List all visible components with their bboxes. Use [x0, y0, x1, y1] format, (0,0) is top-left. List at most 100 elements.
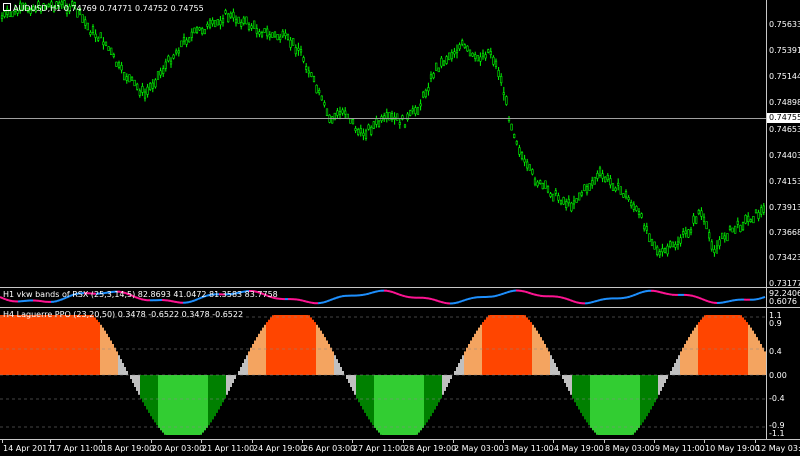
ppo-bar	[740, 315, 742, 375]
price-chart-pane[interactable]: AUDUSD,H1 0.74769 0.74771 0.74752 0.7475…	[0, 0, 800, 288]
window-arrow-icon[interactable]	[3, 3, 11, 11]
ppo-bar	[664, 375, 666, 383]
ppo-bar	[176, 375, 178, 435]
price-candle-body	[656, 246, 659, 255]
time-label: 26 Apr 03:00	[303, 444, 356, 453]
price-candle-body	[240, 21, 243, 27]
ppo-bar	[108, 337, 110, 375]
price-candle-body	[367, 124, 370, 130]
price-candle-body	[598, 167, 602, 176]
price-candle-body	[120, 65, 123, 71]
price-candle-body	[276, 33, 279, 41]
rsx-segment	[722, 300, 727, 304]
price-candle-body	[143, 91, 147, 99]
price-candle-body	[169, 60, 173, 65]
ppo-bar	[566, 375, 568, 387]
rsx-segment	[455, 301, 460, 304]
ppo-bar	[556, 367, 558, 375]
price-candle-body	[224, 10, 227, 14]
rsx-segment	[521, 290, 526, 293]
ppo-bar	[118, 355, 120, 375]
ppo-bar	[550, 355, 552, 375]
ppo-bar	[330, 347, 332, 375]
chart-title: AUDUSD,H1 0.74769 0.74771 0.74752 0.7475…	[3, 3, 204, 13]
ppo-bar	[146, 375, 148, 410]
price-candle-body	[435, 62, 438, 71]
ppo-bar	[636, 375, 638, 431]
ppo-bar	[352, 375, 354, 391]
price-label: 0.75391	[769, 46, 800, 55]
price-candle-body	[130, 76, 134, 81]
rsx-segment	[632, 293, 637, 297]
rsx-segment	[191, 299, 196, 303]
ppo-bar	[286, 315, 288, 375]
price-candle-body	[302, 57, 305, 62]
rsx-segment	[371, 290, 376, 294]
price-candle-body	[440, 57, 443, 67]
price-candle-body	[305, 66, 308, 70]
price-label: 0.73668	[769, 228, 800, 237]
ppo-bar	[602, 375, 604, 435]
ppo-bar	[18, 315, 20, 375]
ppo-bar	[278, 315, 280, 375]
rsx-segment	[338, 295, 343, 298]
time-label: 12 May 03:00	[756, 444, 800, 453]
ppo-bar	[562, 375, 564, 379]
price-candle-body	[744, 215, 747, 224]
ppo-bar	[212, 375, 214, 420]
ppo-bar	[736, 315, 738, 375]
price-candle-body	[736, 220, 739, 225]
price-candle-body	[375, 118, 378, 125]
ppo-bar	[688, 337, 690, 375]
ppo-bar	[78, 315, 80, 375]
ppo-bar	[24, 315, 26, 375]
ppo-bar	[292, 315, 294, 375]
time-label: 28 Apr 19:00	[404, 444, 457, 453]
ppo-bar	[720, 315, 722, 375]
price-candle-body	[760, 207, 763, 215]
ppo-bar	[362, 375, 364, 410]
price-candle-body	[648, 233, 651, 243]
ppo-bar	[498, 315, 500, 375]
ppo-bar	[148, 375, 150, 413]
ppo-bar	[460, 359, 462, 375]
ppo-bar	[60, 315, 62, 375]
price-candle-body	[364, 130, 368, 139]
ppo-bar	[606, 375, 608, 435]
price-candle-body	[570, 202, 573, 212]
ppo-bar	[28, 315, 30, 375]
ppo-bar	[72, 315, 74, 375]
ppo-bar	[472, 337, 474, 375]
rsx-indicator-pane[interactable]: H1 vkw bands of RSX (25,3,14,5) 82.8693 …	[0, 288, 800, 307]
rsx-segment	[761, 295, 766, 299]
price-candle-body	[518, 147, 521, 155]
ppo-bar	[732, 315, 734, 375]
price-candle-body	[700, 210, 703, 217]
ppo-bar	[458, 363, 460, 375]
ppo-indicator-pane[interactable]: H4 Laguerre PPO (23,20,50) 0.3478 -0.652…	[0, 308, 800, 439]
time-label: 2 May 03:00	[454, 444, 504, 453]
rsx-segment	[401, 294, 406, 298]
time-tick	[654, 439, 655, 443]
price-candle-body	[185, 39, 188, 45]
ppo-bar	[598, 375, 600, 435]
ppo-bar	[76, 315, 78, 375]
ppo-bar	[42, 315, 44, 375]
ppo-bar	[392, 375, 394, 435]
price-axis[interactable]	[766, 0, 767, 287]
price-candle-body	[227, 13, 230, 23]
ppo-bar	[446, 375, 448, 387]
price-candle-body	[757, 212, 760, 219]
price-candle-body	[219, 20, 222, 26]
price-candle-body	[562, 197, 565, 205]
rsx-segment	[599, 298, 604, 301]
price-candle-body	[663, 248, 667, 253]
ppo-bar	[526, 317, 528, 375]
ppo-bar	[22, 315, 24, 375]
price-candle-body	[497, 70, 500, 78]
ppo-bar	[594, 375, 596, 433]
price-candle-body	[310, 72, 313, 77]
price-candle-body	[245, 16, 248, 25]
ppo-bar	[350, 375, 352, 387]
ppo-bar	[64, 315, 66, 375]
